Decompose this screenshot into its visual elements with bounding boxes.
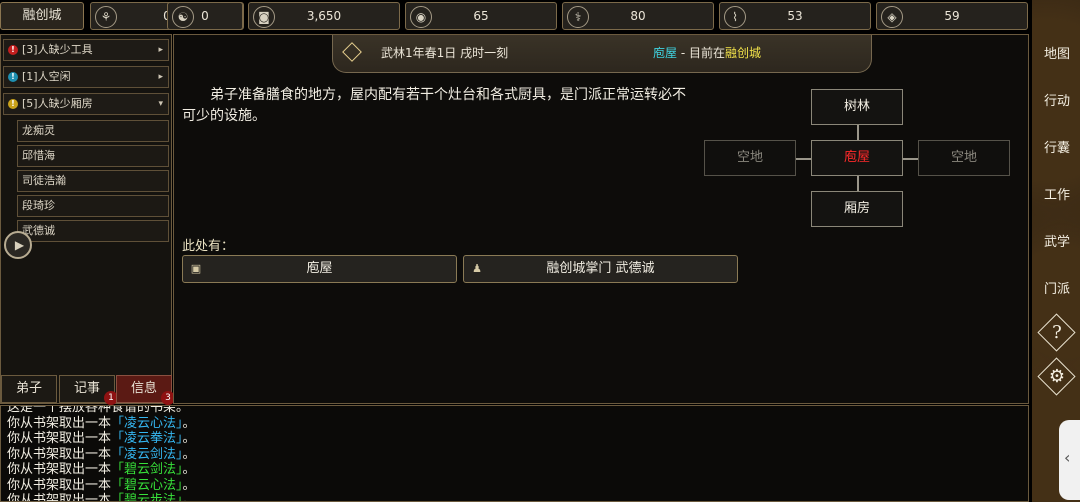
map-nav-button[interactable]: 地图 [1038,36,1076,74]
resource-ore: ◈ 59 [876,2,1028,30]
book-name: 「凌云拳法」 [111,431,183,446]
disciple-item[interactable]: 段琦珍 [17,195,169,217]
city-name: 融创城 [724,46,761,60]
action-nav-button[interactable]: 行动 [1038,83,1076,121]
resource-value: 59 [944,9,960,23]
map-link [857,125,859,140]
left-panel: ! [3]人缺少工具 ▸ ! [1]人空闲 ▸ ! [5]人缺少厢房 ▾ 龙痴灵… [0,34,172,404]
city-button[interactable]: 融创城 [0,2,84,30]
map-link [903,158,918,160]
resource-scroll: ⌇ 53 [719,2,871,30]
nav-label: 行囊 [1043,141,1070,156]
map-room-west[interactable]: 空地 [704,140,796,176]
map-link [796,158,811,160]
item-label: 庖屋 [306,261,333,276]
game-date: 武林1年春1日 戌时一刻 [381,46,509,60]
help-icon: ? [1052,322,1062,343]
alert-icon: ! [8,99,18,109]
play-icon[interactable]: ▶ [4,231,32,259]
resource-value: 0 [201,9,209,23]
resource-value: 3,650 [306,9,342,23]
nav-label: 门派 [1043,282,1070,297]
alert-icon: ! [8,45,18,55]
message-log[interactable]: 这是一个摆放各种食谱的书架。 你从书架取出一本「凌云心法」。 你从书架取出一本「… [0,405,1029,502]
location-header: 武林1年春1日 戌时一刻 庖屋 - 目前在融创城 [332,35,872,73]
log-line: 你从书架取出一本「碧云心法」。 [7,477,196,493]
log-line: 这是一个摆放各种食谱的书架。 [7,405,190,415]
martial-nav-button[interactable]: 武学 [1038,224,1076,262]
task-idle[interactable]: ! [1]人空闲 ▸ [3,66,169,88]
box-icon: ▣ [190,262,202,275]
item-label: 融创城掌门 武德诚 [546,261,655,276]
resource-value: 80 [630,9,646,23]
help-nav-button[interactable]: ? [1037,313,1076,352]
log-line: 你从书架取出一本「碧云步法」。 [7,493,196,502]
person-icon: ♟ [472,262,482,275]
tab-label: 信息 [130,381,157,396]
tab-disciples[interactable]: 弟子 [1,375,57,403]
task-label: [5]人缺少厢房 [22,97,93,110]
resource-yinyang: ☯ 0 [167,2,243,30]
location-separator: - 目前在 [677,46,725,60]
nav-label: 行动 [1043,94,1070,109]
here-label: 此处有： [182,239,235,254]
tab-messages[interactable]: 信息 3 [116,375,175,405]
tab-label: 记事 [73,381,100,396]
resource-herb: ⚕ 80 [562,2,714,30]
alert-icon: ! [8,72,18,82]
sect-nav-button[interactable]: 门派 [1038,271,1076,309]
book-name: 「碧云步法」 [111,493,183,502]
current-location: 庖屋 - 目前在融创城 [653,35,761,71]
resource-bar: 融创城 ⚘ 0 ☯ 0 ◙ 3,650 ◉ 65 ⚕ 80 ⌇ 53 ◈ 59 [0,0,1032,32]
work-nav-button[interactable]: 工作 [1038,177,1076,215]
nav-label: 武学 [1043,235,1070,250]
bag-nav-button[interactable]: 行囊 [1038,130,1076,168]
disciple-item[interactable]: 武德诚 [17,220,169,242]
task-label: [1]人空闲 [22,70,71,83]
resource-value: 53 [787,9,803,23]
chevron-right-icon: ▸ [158,72,163,82]
map-room-current: 庖屋 [811,140,903,176]
book-name: 「碧云剑法」 [111,462,183,477]
map-room-east[interactable]: 空地 [918,140,1010,176]
disciple-item[interactable]: 邱惜海 [17,145,169,167]
disciple-item[interactable]: 司徒浩瀚 [17,170,169,192]
chevron-right-icon: ▸ [158,45,163,55]
map-room-north[interactable]: 树林 [811,89,903,125]
chevron-down-icon: ▾ [158,99,163,109]
here-item-master[interactable]: ♟ 融创城掌门 武德诚 [463,255,738,283]
resource-value: 65 [473,9,489,23]
task-missing-rooms[interactable]: ! [5]人缺少厢房 ▾ [3,93,169,115]
nav-label: 工作 [1043,188,1070,203]
main-panel: 武林1年春1日 戌时一刻 庖屋 - 目前在融创城 弟子准备膳食的地方，屋内配有若… [173,34,1029,404]
nav-label: 地图 [1043,47,1070,62]
book-name: 「凌云心法」 [111,415,183,431]
chevron-left-icon: ‹ [1064,448,1071,467]
book-name: 「碧云心法」 [111,477,183,493]
task-label: [3]人缺少工具 [22,43,93,56]
settings-nav-button[interactable]: ⚙ [1037,357,1076,396]
location-name: 庖屋 [653,46,678,60]
tab-journal[interactable]: 记事 1 [59,375,118,405]
resource-food: ◉ 65 [405,2,557,30]
edge-drawer-tab[interactable]: ‹ [1059,420,1080,500]
log-line: 你从书架取出一本「凌云拳法」。 [7,431,196,446]
disciple-item[interactable]: 龙痴灵 [17,120,169,142]
map-room-south[interactable]: 厢房 [811,191,903,227]
log-line: 你从书架取出一本「凌云心法」。 [7,415,196,431]
calendar-icon [342,42,362,62]
gear-icon: ⚙ [1048,366,1066,387]
location-description: 弟子准备膳食的地方，屋内配有若干个灶台和各式厨具，是门派正常运转必不可少的设施。 [182,87,686,124]
log-line: 你从书架取出一本「碧云剑法」。 [7,462,196,477]
book-name: 「凌云剑法」 [111,446,183,462]
task-missing-tools[interactable]: ! [3]人缺少工具 ▸ [3,39,169,61]
tab-label: 弟子 [15,381,42,396]
here-item-kitchen[interactable]: ▣ 庖屋 [182,255,457,283]
resource-coins: ◙ 3,650 [248,2,400,30]
map-link [857,176,859,191]
log-line: 你从书架取出一本「凌云剑法」。 [7,446,196,462]
